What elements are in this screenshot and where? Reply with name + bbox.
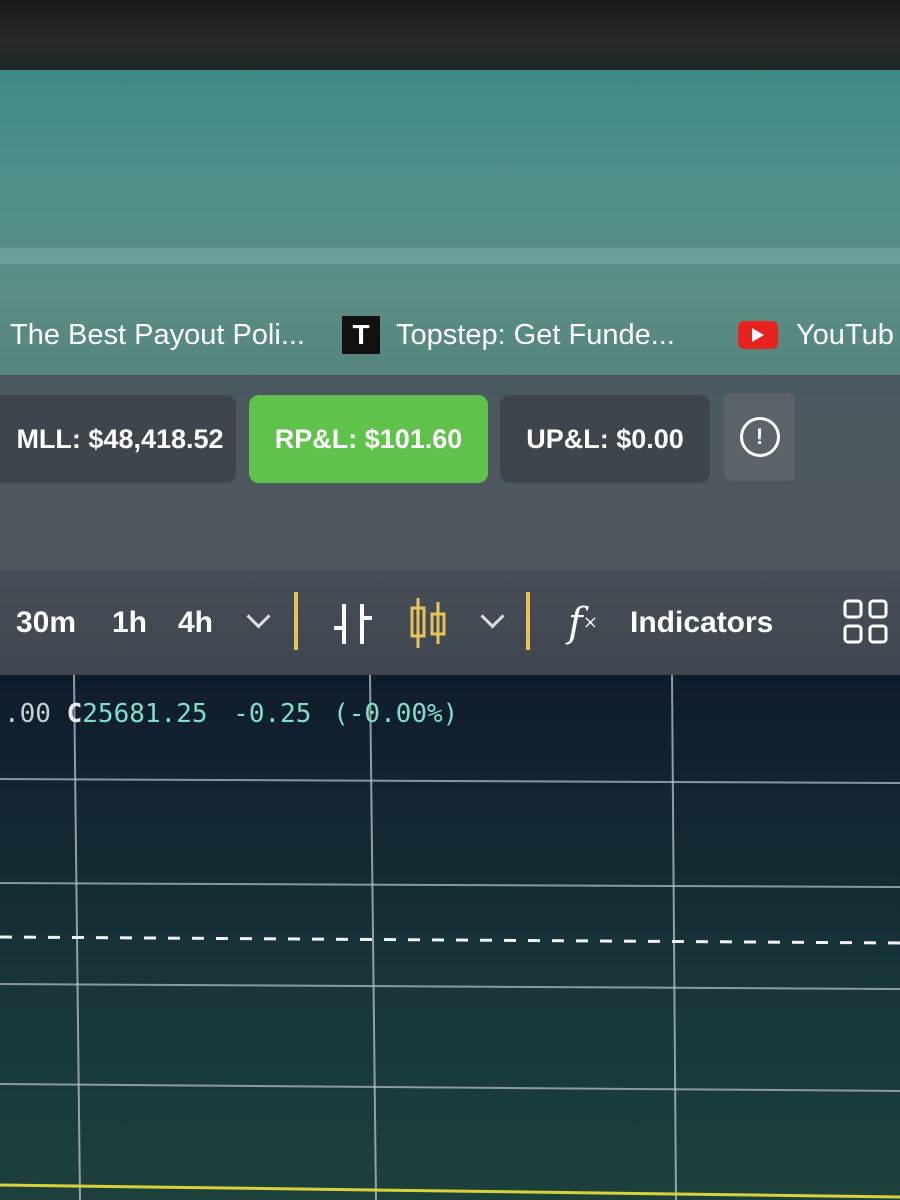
timeframe-4h[interactable]: 4h — [178, 570, 213, 675]
rpl-value: RP&L: $101.60 — [274, 423, 463, 454]
info-button[interactable]: ! — [724, 393, 795, 481]
timeframe-dropdown-chevron-icon[interactable] — [246, 604, 271, 629]
bookmark-label: Topstep: Get Funde... — [396, 318, 675, 351]
change-value: -0.25 — [233, 699, 312, 729]
account-stats-bar: MLL: $48,418.52 RP&L: $101.60 UP&L: $0.0… — [0, 375, 900, 570]
chart-type-dropdown-chevron-icon[interactable] — [480, 604, 505, 629]
upl-badge: UP&L: $0.00 — [500, 395, 710, 483]
indicators-button[interactable]: Indicators — [630, 570, 773, 675]
layout-grid-icon[interactable] — [842, 598, 890, 646]
bookmark-payout-policy[interactable]: The Best Payout Poli... — [10, 295, 305, 375]
current-price-line — [0, 935, 900, 945]
timeframe-30m[interactable]: 30m — [16, 570, 76, 675]
address-bar-strip — [0, 248, 900, 264]
change-percent: (-0.00%) — [333, 699, 459, 729]
monitor-bezel — [0, 0, 900, 70]
toolbar-separator — [294, 592, 298, 650]
mll-badge: MLL: $48,418.52 — [0, 395, 236, 483]
timeframe-label: 30m — [16, 605, 77, 639]
topstep-t-icon: T — [342, 316, 380, 354]
chart-grid — [0, 675, 900, 1200]
bar-chart-type-icon[interactable] — [330, 598, 378, 650]
bookmark-topstep[interactable]: T Topstep: Get Funde... — [342, 295, 675, 375]
ohlc-legend: .00 C25681.25 -0.25 (-0.00%) — [4, 699, 458, 729]
rpl-badge: RP&L: $101.60 — [249, 395, 488, 483]
bookmark-label: YouTub — [796, 318, 894, 351]
timeframe-1h[interactable]: 1h — [112, 570, 147, 675]
close-value: 25681.25 — [82, 699, 208, 729]
bookmark-label: The Best Payout Poli... — [10, 318, 305, 351]
candlestick-chart-type-icon[interactable] — [406, 594, 452, 652]
fx-icon[interactable]: f × — [568, 570, 598, 675]
browser-chrome — [0, 70, 900, 295]
chart-toolbar: 30m 1h 4h f × Indicators — [0, 570, 900, 675]
price-series-line — [0, 1183, 900, 1199]
toolbar-separator — [526, 592, 530, 650]
fx-icon-letter: f — [568, 599, 583, 646]
youtube-icon — [738, 321, 778, 349]
info-icon: ! — [739, 417, 780, 457]
upl-value: UP&L: $0.00 — [526, 423, 684, 454]
timeframe-label: 1h — [112, 605, 148, 639]
price-chart[interactable]: .00 C25681.25 -0.25 (-0.00%) — [0, 675, 900, 1200]
timeframe-label: 4h — [178, 605, 214, 639]
indicators-label: Indicators — [630, 605, 774, 639]
bookmarks-bar: The Best Payout Poli... T Topstep: Get F… — [0, 295, 900, 375]
ohlc-prefix: .00 — [4, 699, 51, 729]
bookmark-youtube[interactable]: YouTub — [738, 295, 894, 375]
close-label: C — [66, 699, 83, 729]
mll-value: MLL: $48,418.52 — [16, 423, 224, 454]
